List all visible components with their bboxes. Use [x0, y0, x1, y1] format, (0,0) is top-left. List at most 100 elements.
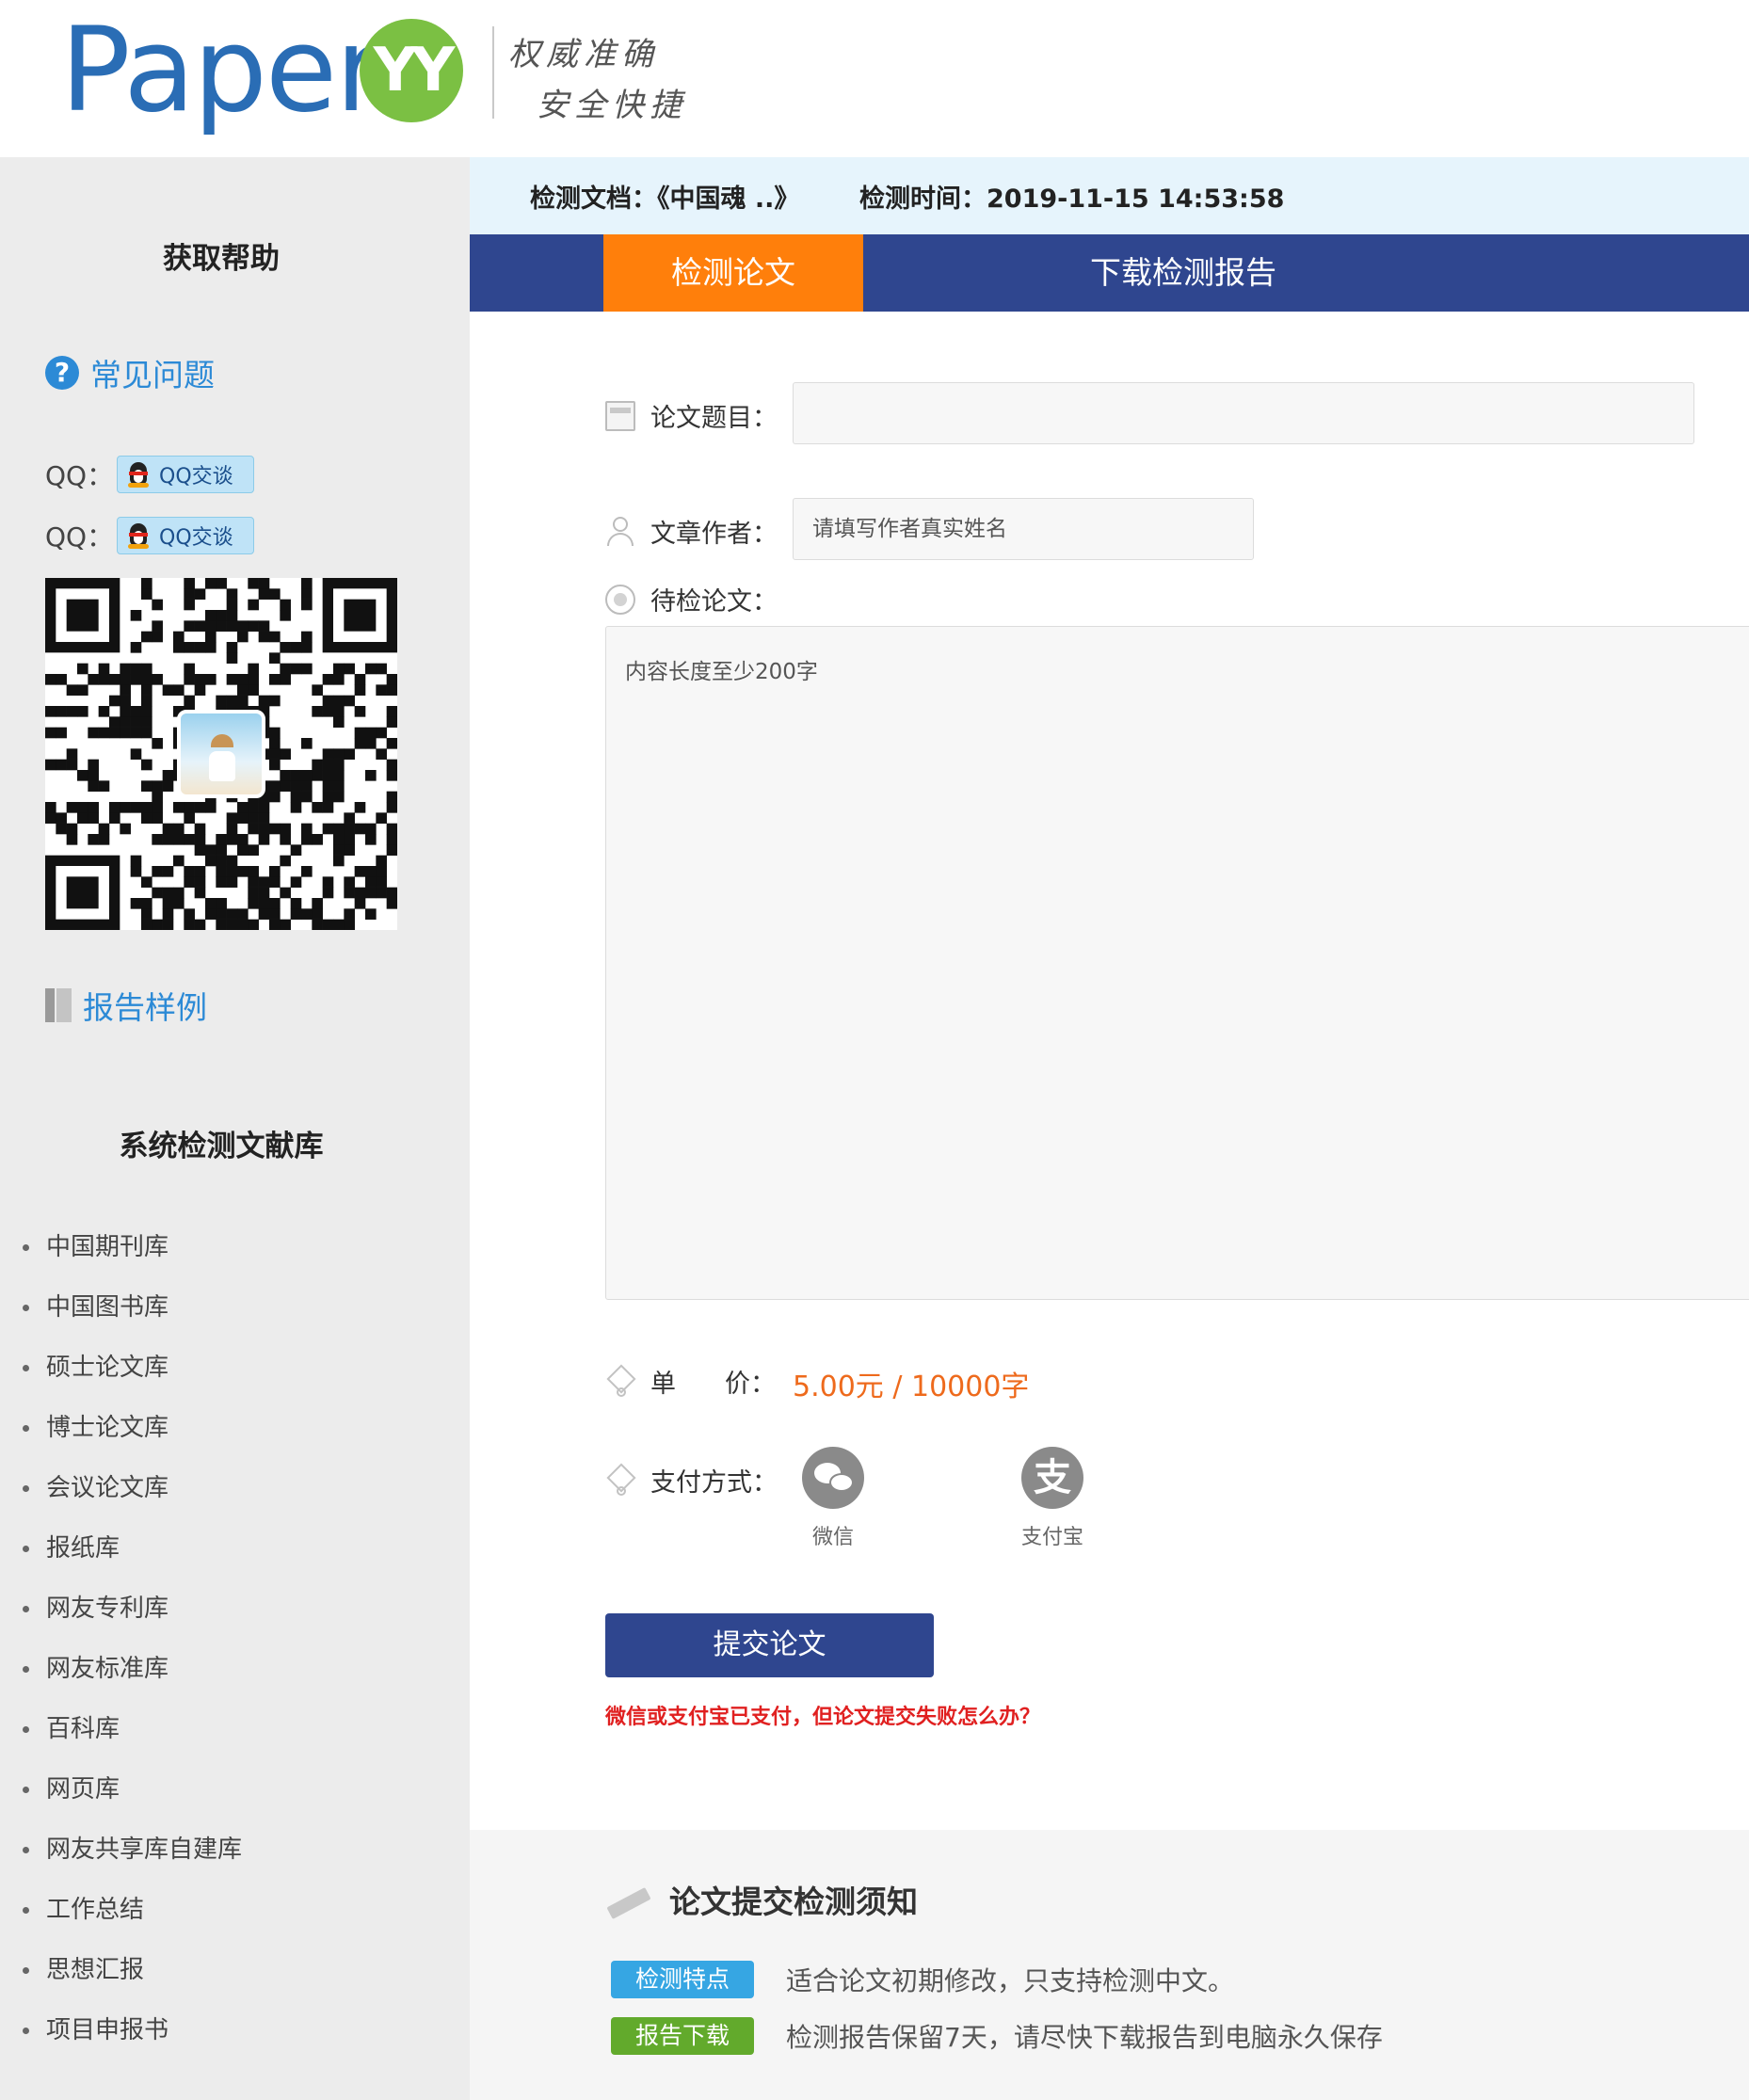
paper-label: 待检论文：	[605, 581, 778, 617]
bullet-icon	[23, 1304, 29, 1311]
qr-avatar-image	[177, 710, 265, 798]
logo-text[interactable]: Paper	[60, 0, 383, 141]
title-label: 论文题目：	[605, 397, 778, 434]
notice-item-2: 报告下载 检测报告保留7天，请尽快下载报告到电脑永久保存	[611, 2017, 1383, 2055]
report-sample-link[interactable]: 报告样例	[45, 983, 207, 1028]
alipay-icon: 支	[1021, 1447, 1083, 1509]
qq-row-1: QQ： QQ交谈	[45, 456, 254, 493]
pay-option-alipay[interactable]: 支 支付宝	[1010, 1447, 1095, 1550]
library-title: 系统检测文献库	[119, 1130, 324, 1163]
slogan-line-1: 权威准确	[508, 36, 659, 73]
library-item: 网友专利库	[23, 1579, 242, 1639]
library-item: 会议论文库	[23, 1458, 242, 1518]
notice-item-1: 检测特点 适合论文初期修改，只支持检测中文。	[611, 1961, 1234, 1998]
qq-row-2: QQ： QQ交谈	[45, 517, 254, 554]
faq-link[interactable]: ? 常见问题	[45, 350, 215, 395]
pay-option-label: 微信	[811, 1526, 854, 1549]
bullet-icon	[23, 1424, 29, 1432]
bullet-icon	[23, 1605, 29, 1612]
library-item: 中国图书库	[23, 1277, 242, 1338]
qq-chat-button-1[interactable]: QQ交谈	[117, 456, 254, 493]
notice-title: 论文提交检测须知	[606, 1877, 918, 1922]
library-item: 硕士论文库	[23, 1338, 242, 1398]
report-book-icon	[45, 988, 72, 1022]
bullet-icon	[23, 1665, 29, 1673]
pay-option-label: 支付宝	[1020, 1526, 1083, 1549]
logo-badge[interactable]: YY	[360, 19, 463, 122]
library-item: 项目申报书	[23, 2000, 242, 2060]
qq-chat-button-2[interactable]: QQ交谈	[117, 517, 254, 554]
author-label-text: 文章作者：	[650, 520, 778, 549]
price-label-text-2: 价：	[725, 1370, 776, 1399]
library-name: 项目申报书	[46, 2016, 169, 2044]
check-time: 检测时间：2019-11-15 14:53:58	[859, 184, 1285, 214]
library-item: 工作总结	[23, 1880, 242, 1940]
qq-label: QQ：	[45, 460, 114, 491]
library-item: 网友标准库	[23, 1639, 242, 1699]
qq-chat-label: QQ交谈	[159, 526, 233, 550]
library-item: 中国期刊库	[23, 1217, 242, 1277]
wechat-icon	[802, 1447, 864, 1509]
library-item: 博士论文库	[23, 1398, 242, 1458]
library-name: 网友专利库	[46, 1595, 169, 1623]
notice-text: 检测报告保留7天，请尽快下载报告到电脑永久保存	[786, 2022, 1383, 2053]
price-value: 5.00元 / 10000字	[793, 1371, 1030, 1403]
library-item: 网友共享库自建库	[23, 1819, 242, 1880]
report-sample-label: 报告样例	[83, 989, 207, 1026]
pen-icon	[606, 1885, 651, 1919]
bullet-icon	[23, 1786, 29, 1793]
paper-check-icon	[605, 584, 635, 615]
qq-label: QQ：	[45, 521, 114, 553]
faq-label: 常见问题	[90, 357, 215, 393]
payment-label: 支付方式：	[605, 1462, 778, 1499]
bullet-icon	[23, 1846, 29, 1853]
library-name: 中国图书库	[46, 1293, 169, 1322]
payment-label-text: 支付方式：	[650, 1468, 778, 1498]
paper-content-textarea[interactable]: 内容长度至少200字	[605, 626, 1749, 1300]
qq-penguin-icon	[125, 460, 152, 489]
tab-check-paper[interactable]: 检测论文	[603, 234, 863, 312]
sidebar: 获取帮助 ? 常见问题 QQ： QQ交谈 QQ： QQ交谈 报告样例 系统检测文…	[0, 157, 470, 2100]
question-icon: ?	[45, 356, 79, 390]
library-name: 报纸库	[46, 1534, 120, 1563]
library-name: 中国期刊库	[46, 1233, 169, 1261]
doc-info-bar: 检测文档：《中国魂 ..》 检测时间：2019-11-15 14:53:58	[470, 157, 1749, 234]
bullet-icon	[23, 2027, 29, 2034]
library-list: 中国期刊库中国图书库硕士论文库博士论文库会议论文库报纸库网友专利库网友标准库百科…	[23, 1217, 242, 2060]
payment-failed-help-link[interactable]: 微信或支付宝已支付，但论文提交失败怎么办？	[605, 1700, 1040, 1730]
doc-name: 检测文档：《中国魂 ..》	[530, 184, 800, 214]
library-name: 博士论文库	[46, 1414, 169, 1442]
library-name: 网页库	[46, 1775, 120, 1803]
user-icon	[605, 516, 635, 547]
bullet-icon	[23, 1364, 29, 1371]
submit-paper-button[interactable]: 提交论文	[605, 1613, 934, 1677]
pay-option-wechat[interactable]: 微信	[791, 1447, 875, 1550]
notice-badge-features: 检测特点	[611, 1961, 754, 1998]
bullet-icon	[23, 1484, 29, 1492]
author-label: 文章作者：	[605, 513, 778, 550]
library-item: 报纸库	[23, 1518, 242, 1579]
library-name: 工作总结	[46, 1896, 145, 1924]
logo-divider	[492, 26, 494, 119]
help-title: 获取帮助	[163, 242, 280, 276]
price-tag-icon	[605, 1363, 636, 1397]
paper-label-text: 待检论文：	[650, 587, 778, 617]
notice-title-text: 论文提交检测须知	[669, 1884, 918, 1920]
title-label-text: 论文题目：	[650, 404, 778, 433]
library-item: 网页库	[23, 1759, 242, 1819]
slogan-line-2: 安全快捷	[537, 87, 687, 124]
library-name: 硕士论文库	[46, 1354, 169, 1382]
tab-download-report[interactable]: 下载检测报告	[863, 234, 1503, 312]
library-name: 百科库	[46, 1715, 120, 1743]
main-tabs: 检测论文 下载检测报告	[470, 234, 1749, 312]
library-name: 思想汇报	[46, 1956, 145, 1984]
author-input[interactable]: 请填写作者真实姓名	[793, 498, 1254, 560]
bullet-icon	[23, 1725, 29, 1733]
price-label: 单 价：	[605, 1363, 776, 1400]
library-name: 会议论文库	[46, 1474, 169, 1502]
price-label-text-1: 单	[650, 1370, 676, 1399]
title-input[interactable]	[793, 382, 1694, 444]
qq-penguin-icon	[125, 521, 152, 550]
bullet-icon	[23, 1243, 29, 1251]
payment-tag-icon	[605, 1462, 636, 1496]
